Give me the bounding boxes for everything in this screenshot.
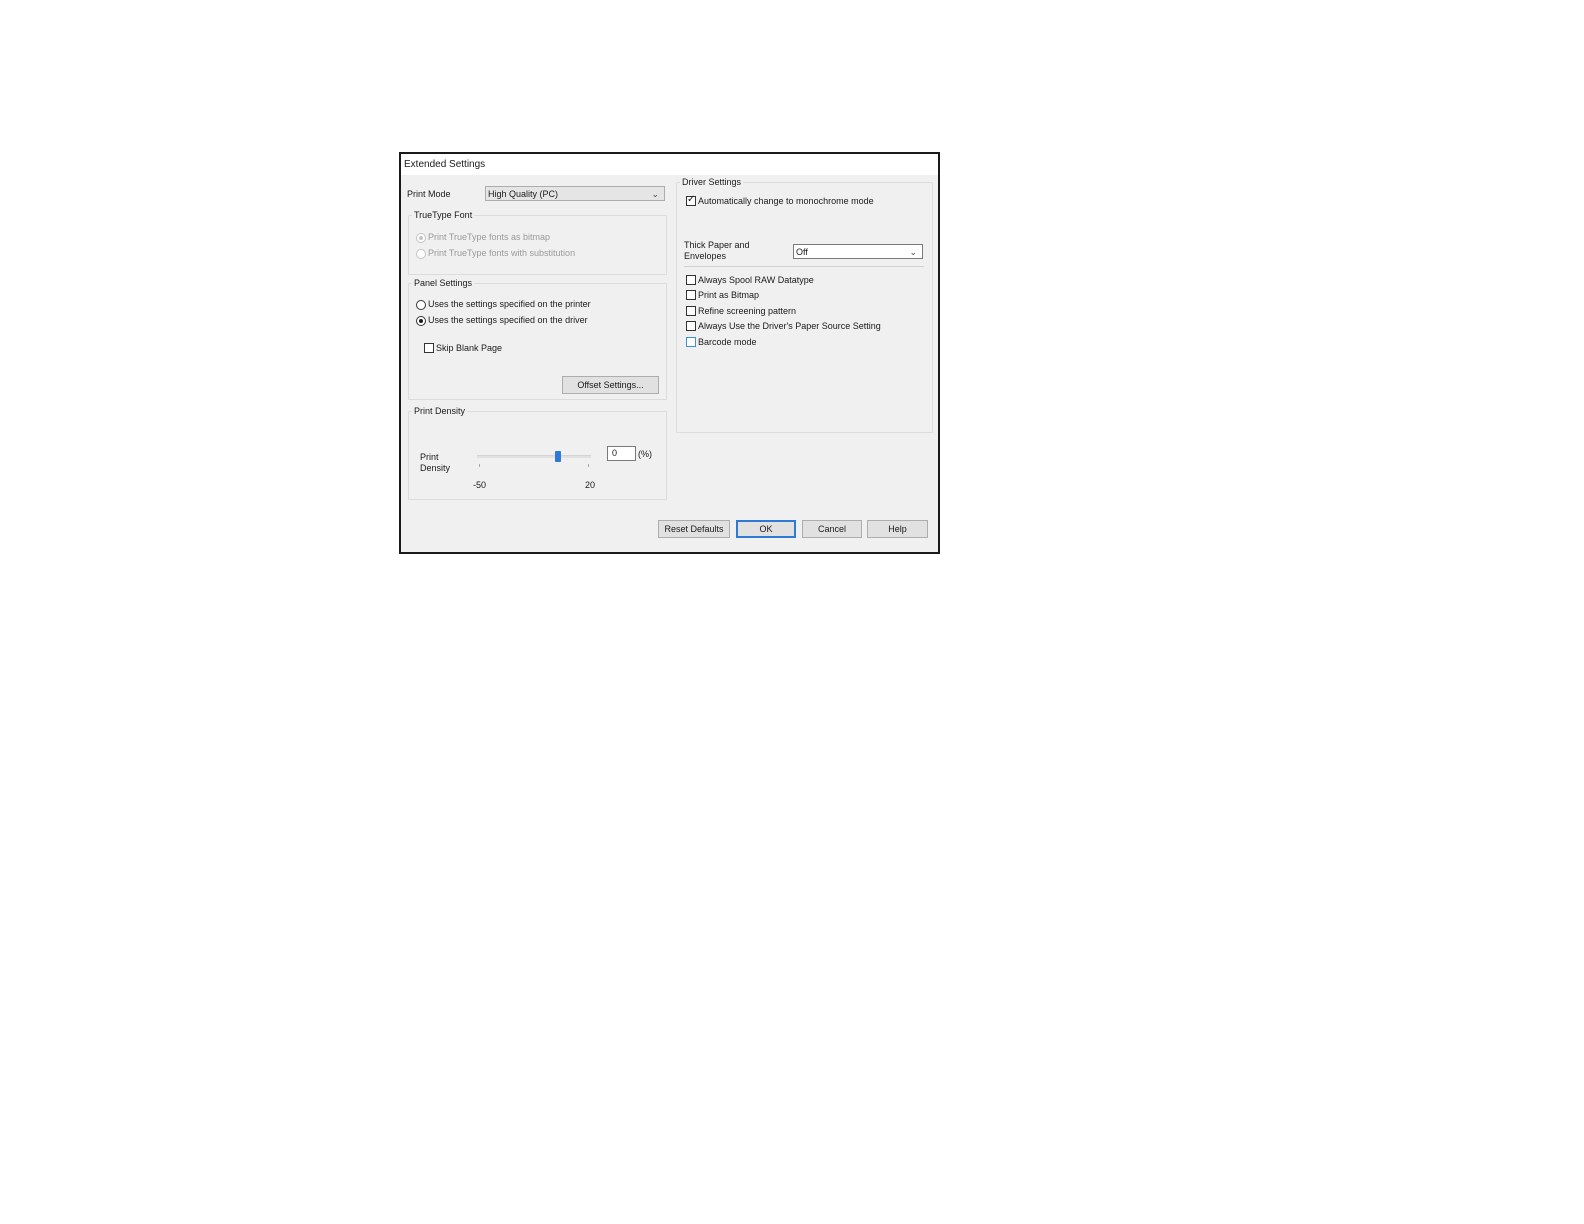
spool-raw-label: Always Spool RAW Datatype xyxy=(698,275,814,285)
driver-settings-group: Driver Settings xyxy=(676,177,933,433)
truetype-substitution-label: Print TrueType fonts with substitution xyxy=(428,248,576,258)
slider-min-label: -50 xyxy=(473,480,487,490)
print-density-label-line1: Print xyxy=(420,452,439,462)
driver-divider xyxy=(684,266,924,267)
panel-driver-radio[interactable] xyxy=(416,316,426,326)
thick-paper-label-line1: Thick Paper and xyxy=(684,240,750,250)
paper-source-setting-label: Always Use the Driver's Paper Source Set… xyxy=(698,321,881,331)
auto-monochrome-checkbox[interactable]: ✓ xyxy=(686,194,696,206)
barcode-mode-checkbox[interactable] xyxy=(686,337,696,347)
slider-tick-max xyxy=(588,464,589,467)
truetype-bitmap-label: Print TrueType fonts as bitmap xyxy=(428,232,551,242)
print-density-legend: Print Density xyxy=(414,406,466,416)
ok-button[interactable]: OK xyxy=(736,520,796,538)
slider-tick-min xyxy=(479,464,480,467)
help-button[interactable]: Help xyxy=(867,520,928,538)
panel-printer-label: Uses the settings specified on the print… xyxy=(428,299,591,309)
barcode-mode-label: Barcode mode xyxy=(698,337,757,347)
truetype-font-legend: TrueType Font xyxy=(414,210,473,220)
truetype-bitmap-radio[interactable] xyxy=(416,233,426,243)
extended-settings-dialog: Extended Settings Print Mode High Qualit… xyxy=(399,152,940,554)
refine-screening-label: Refine screening pattern xyxy=(698,306,797,316)
thick-paper-value: Off xyxy=(796,247,808,257)
skip-blank-page-checkbox[interactable] xyxy=(424,343,434,353)
chevron-down-icon: ⌄ xyxy=(651,189,659,199)
print-density-input[interactable]: 0 xyxy=(607,446,636,461)
panel-printer-radio[interactable] xyxy=(416,300,426,310)
cancel-button[interactable]: Cancel xyxy=(802,520,862,538)
print-density-label-line2: Density xyxy=(420,463,451,473)
print-mode-label: Print Mode xyxy=(407,189,451,199)
refine-screening-checkbox[interactable] xyxy=(686,306,696,316)
dialog-title: Extended Settings xyxy=(401,154,938,175)
checkmark-icon: ✓ xyxy=(687,194,696,205)
driver-settings-legend: Driver Settings xyxy=(682,177,742,187)
thick-paper-label-line2: Envelopes xyxy=(684,251,727,261)
print-density-unit: (%) xyxy=(638,449,652,459)
slider-max-label: 20 xyxy=(585,480,596,490)
print-density-slider-thumb[interactable] xyxy=(555,451,562,462)
chevron-down-icon: ⌄ xyxy=(909,247,917,257)
truetype-substitution-radio[interactable] xyxy=(416,249,426,259)
panel-driver-label: Uses the settings specified on the drive… xyxy=(428,315,588,325)
spool-raw-checkbox[interactable] xyxy=(686,275,696,285)
panel-settings-legend: Panel Settings xyxy=(414,278,473,288)
thick-paper-select[interactable]: Off ⌄ xyxy=(793,244,923,259)
print-as-bitmap-label: Print as Bitmap xyxy=(698,290,760,300)
auto-monochrome-label: Automatically change to monochrome mode xyxy=(698,196,874,206)
print-mode-value: High Quality (PC) xyxy=(488,189,559,199)
reset-defaults-button[interactable]: Reset Defaults xyxy=(658,520,730,538)
print-as-bitmap-checkbox[interactable] xyxy=(686,290,696,300)
offset-settings-button[interactable]: Offset Settings... xyxy=(562,376,659,394)
print-density-slider-track[interactable] xyxy=(477,455,591,458)
paper-source-setting-checkbox[interactable] xyxy=(686,321,696,331)
print-mode-select[interactable]: High Quality (PC) ⌄ xyxy=(485,186,665,201)
skip-blank-page-label: Skip Blank Page xyxy=(436,343,503,353)
